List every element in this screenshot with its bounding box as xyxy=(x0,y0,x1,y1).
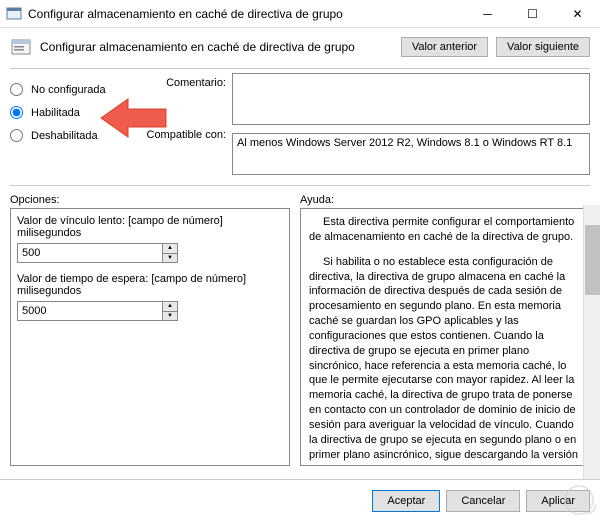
next-value-button[interactable]: Valor siguiente xyxy=(496,37,590,57)
divider xyxy=(10,185,590,186)
slow-link-field: ▲▼ xyxy=(17,243,283,263)
radio-disabled[interactable]: Deshabilitada xyxy=(10,129,125,142)
options-label: Opciones: xyxy=(10,194,300,206)
radio-not-configured-input[interactable] xyxy=(10,83,23,96)
help-label: Ayuda: xyxy=(300,194,334,206)
vertical-scrollbar[interactable] xyxy=(583,205,600,479)
close-button[interactable]: ✕ xyxy=(555,0,600,28)
radio-label: No configurada xyxy=(31,84,106,96)
section-labels: Opciones: Ayuda: xyxy=(0,190,600,208)
cancel-button[interactable]: Cancelar xyxy=(446,490,520,512)
panes: Valor de vínculo lento: [campo de número… xyxy=(0,208,600,466)
timeout-field: ▲▼ xyxy=(17,301,283,321)
state-radios: No configurada Habilitada Deshabilitada xyxy=(10,73,125,175)
window-title: Configurar almacenamiento en caché de di… xyxy=(28,7,465,21)
scrollbar-thumb[interactable] xyxy=(585,225,600,295)
radio-label: Habilitada xyxy=(31,107,80,119)
header-title: Configurar almacenamiento en caché de di… xyxy=(40,40,393,54)
slow-link-spinner[interactable]: ▲▼ xyxy=(162,243,178,263)
comment-label: Comentario: xyxy=(166,77,226,89)
app-icon xyxy=(6,6,22,22)
header: Configurar almacenamiento en caché de di… xyxy=(0,28,600,64)
compat-label: Compatible con: xyxy=(147,129,227,141)
help-pane[interactable]: Esta directiva permite configurar el com… xyxy=(300,208,590,466)
field-labels: Comentario: Compatible con: xyxy=(131,73,226,175)
divider xyxy=(10,68,590,69)
timeout-input[interactable] xyxy=(17,301,162,321)
radio-label: Deshabilitada xyxy=(31,130,98,142)
spin-down-icon[interactable]: ▼ xyxy=(163,312,177,321)
previous-value-button[interactable]: Valor anterior xyxy=(401,37,488,57)
minimize-button[interactable]: ─ xyxy=(465,0,510,28)
watermark-icon xyxy=(564,485,594,515)
spin-up-icon[interactable]: ▲ xyxy=(163,302,177,312)
compat-textarea xyxy=(232,133,590,175)
slow-link-label: Valor de vínculo lento: [campo de número… xyxy=(17,215,283,239)
radio-enabled-input[interactable] xyxy=(10,106,23,119)
titlebar: Configurar almacenamiento en caché de di… xyxy=(0,0,600,28)
slow-link-input[interactable] xyxy=(17,243,162,263)
footer: Aceptar Cancelar Aplicar xyxy=(0,479,600,521)
timeout-label: Valor de tiempo de espera: [campo de núm… xyxy=(17,273,283,297)
help-paragraph: Esta directiva permite configurar el com… xyxy=(309,215,581,245)
timeout-spinner[interactable]: ▲▼ xyxy=(162,301,178,321)
ok-button[interactable]: Aceptar xyxy=(372,490,440,512)
help-paragraph: Si habilita o no establece esta configur… xyxy=(309,255,581,466)
policy-icon xyxy=(10,36,32,58)
maximize-button[interactable]: ☐ xyxy=(510,0,555,28)
spin-down-icon[interactable]: ▼ xyxy=(163,254,177,263)
radio-enabled[interactable]: Habilitada xyxy=(10,106,125,119)
spin-up-icon[interactable]: ▲ xyxy=(163,244,177,254)
options-pane: Valor de vínculo lento: [campo de número… xyxy=(10,208,290,466)
config-area: No configurada Habilitada Deshabilitada … xyxy=(0,73,600,181)
comment-textarea[interactable] xyxy=(232,73,590,125)
radio-disabled-input[interactable] xyxy=(10,129,23,142)
radio-not-configured[interactable]: No configurada xyxy=(10,83,125,96)
